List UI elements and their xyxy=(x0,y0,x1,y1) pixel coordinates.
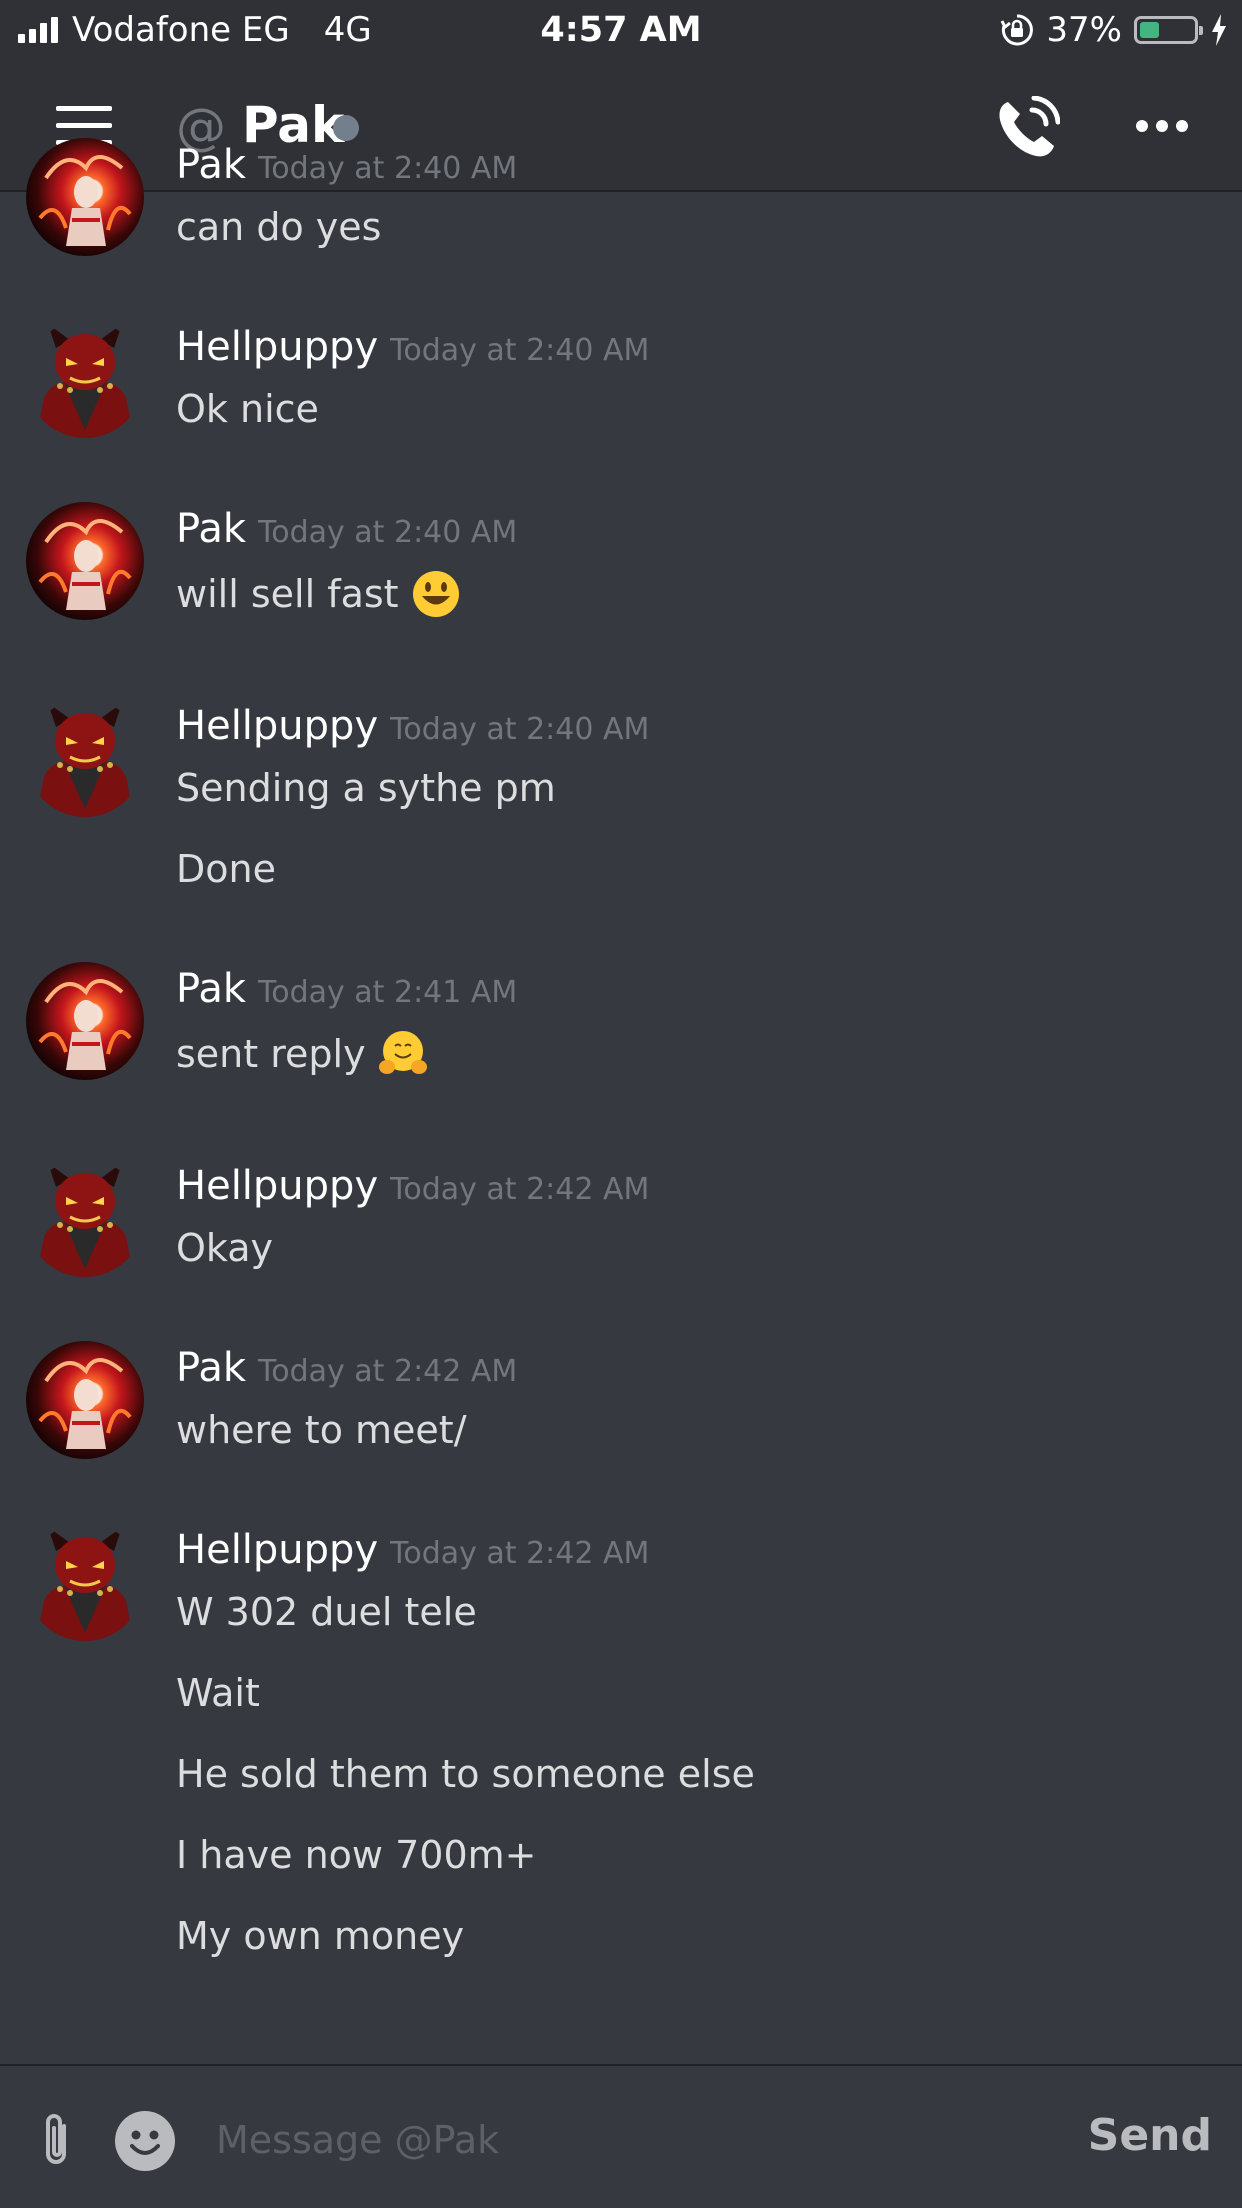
message-composer: Send xyxy=(0,2064,1242,2208)
message-text[interactable]: can do yes xyxy=(176,205,381,249)
status-bar: Vodafone EG 4G 4:57 AM 37% xyxy=(0,0,1242,62)
message-timestamp: Today at 2:42 AM xyxy=(390,1172,650,1207)
message-line: sent reply xyxy=(176,1032,366,1076)
more-options-icon[interactable] xyxy=(1136,120,1188,132)
message-line: Okay xyxy=(176,1226,274,1270)
battery-percent: 37% xyxy=(1046,10,1122,50)
message-line: Ok nice xyxy=(176,387,319,431)
message-timestamp: Today at 2:40 AM xyxy=(258,515,518,550)
battery-icon xyxy=(1134,16,1203,44)
author-name[interactable]: Pak xyxy=(176,506,246,552)
message-text[interactable]: I have now 700m+ xyxy=(176,1833,536,1877)
author-name[interactable]: Hellpuppy xyxy=(176,324,378,370)
message-timestamp: Today at 2:40 AM xyxy=(390,712,650,747)
message-text[interactable]: sent reply xyxy=(176,1029,428,1079)
avatar[interactable] xyxy=(26,699,144,817)
message-line: Sending a sythe pm xyxy=(176,766,556,810)
message-text[interactable]: Ok nice xyxy=(176,387,319,431)
message-timestamp: Today at 2:40 AM xyxy=(258,151,518,186)
smiley-emoji-icon xyxy=(411,569,461,619)
avatar[interactable] xyxy=(26,1523,144,1641)
message-input[interactable] xyxy=(214,2104,1038,2176)
emoji-picker-icon[interactable] xyxy=(114,2110,176,2172)
message-line: Wait xyxy=(176,1671,260,1715)
message-text[interactable]: W 302 duel tele xyxy=(176,1590,477,1634)
message-timestamp: Today at 2:42 AM xyxy=(390,1536,650,1571)
author-name[interactable]: Hellpuppy xyxy=(176,1527,378,1573)
message-line: I have now 700m+ xyxy=(176,1833,537,1877)
status-right: 37% xyxy=(1000,10,1228,50)
voice-call-icon[interactable] xyxy=(994,96,1060,162)
status-badge xyxy=(333,115,359,141)
avatar[interactable] xyxy=(26,1341,144,1459)
attachment-icon[interactable] xyxy=(34,2112,80,2170)
message-line: where to meet/ xyxy=(176,1408,467,1452)
message-text[interactable]: Sending a sythe pm xyxy=(176,766,556,810)
message-timestamp: Today at 2:40 AM xyxy=(390,333,650,368)
message-timestamp: Today at 2:42 AM xyxy=(258,1354,518,1389)
message-line: can do yes xyxy=(176,205,382,249)
message-author[interactable]: Pak Today at 2:41 AM xyxy=(176,966,517,1012)
avatar[interactable] xyxy=(26,502,144,620)
message-line: W 302 duel tele xyxy=(176,1590,477,1634)
rotation-lock-icon xyxy=(1001,14,1034,46)
message-line: will sell fast xyxy=(176,572,399,616)
author-name[interactable]: Hellpuppy xyxy=(176,703,378,749)
message-text[interactable]: Done xyxy=(176,847,276,891)
message-author[interactable]: Pak Today at 2:40 AM xyxy=(176,506,517,552)
author-name[interactable]: Pak xyxy=(176,966,246,1012)
message-text[interactable]: Wait xyxy=(176,1671,260,1715)
message-text[interactable]: Okay xyxy=(176,1226,273,1270)
message-text[interactable]: My own money xyxy=(176,1914,464,1958)
message-author[interactable]: Hellpuppy Today at 2:40 AM xyxy=(176,324,649,370)
message-author[interactable]: Hellpuppy Today at 2:42 AM xyxy=(176,1527,649,1573)
message-timestamp: Today at 2:41 AM xyxy=(258,975,518,1010)
author-name[interactable]: Pak xyxy=(176,142,246,188)
message-author[interactable]: Hellpuppy Today at 2:40 AM xyxy=(176,703,649,749)
avatar[interactable] xyxy=(26,962,144,1080)
charging-icon xyxy=(1212,14,1226,46)
message-author[interactable]: Pak Today at 2:40 AM xyxy=(176,142,517,188)
hugging-emoji-icon xyxy=(378,1029,428,1079)
message-line: Done xyxy=(176,847,276,891)
message-text[interactable]: where to meet/ xyxy=(176,1408,467,1452)
message-author[interactable]: Pak Today at 2:42 AM xyxy=(176,1345,517,1391)
message-line: My own money xyxy=(176,1914,465,1958)
author-name[interactable]: Pak xyxy=(176,1345,246,1391)
message-text[interactable]: He sold them to someone else xyxy=(176,1752,755,1796)
message-text[interactable]: will sell fast xyxy=(176,569,461,619)
message-author[interactable]: Hellpuppy Today at 2:42 AM xyxy=(176,1163,649,1209)
avatar[interactable] xyxy=(26,1159,144,1277)
author-name[interactable]: Hellpuppy xyxy=(176,1163,378,1209)
avatar[interactable] xyxy=(26,320,144,438)
message-line: He sold them to someone else xyxy=(176,1752,755,1796)
send-button[interactable]: Send xyxy=(1088,2110,1212,2161)
avatar[interactable] xyxy=(26,138,144,256)
